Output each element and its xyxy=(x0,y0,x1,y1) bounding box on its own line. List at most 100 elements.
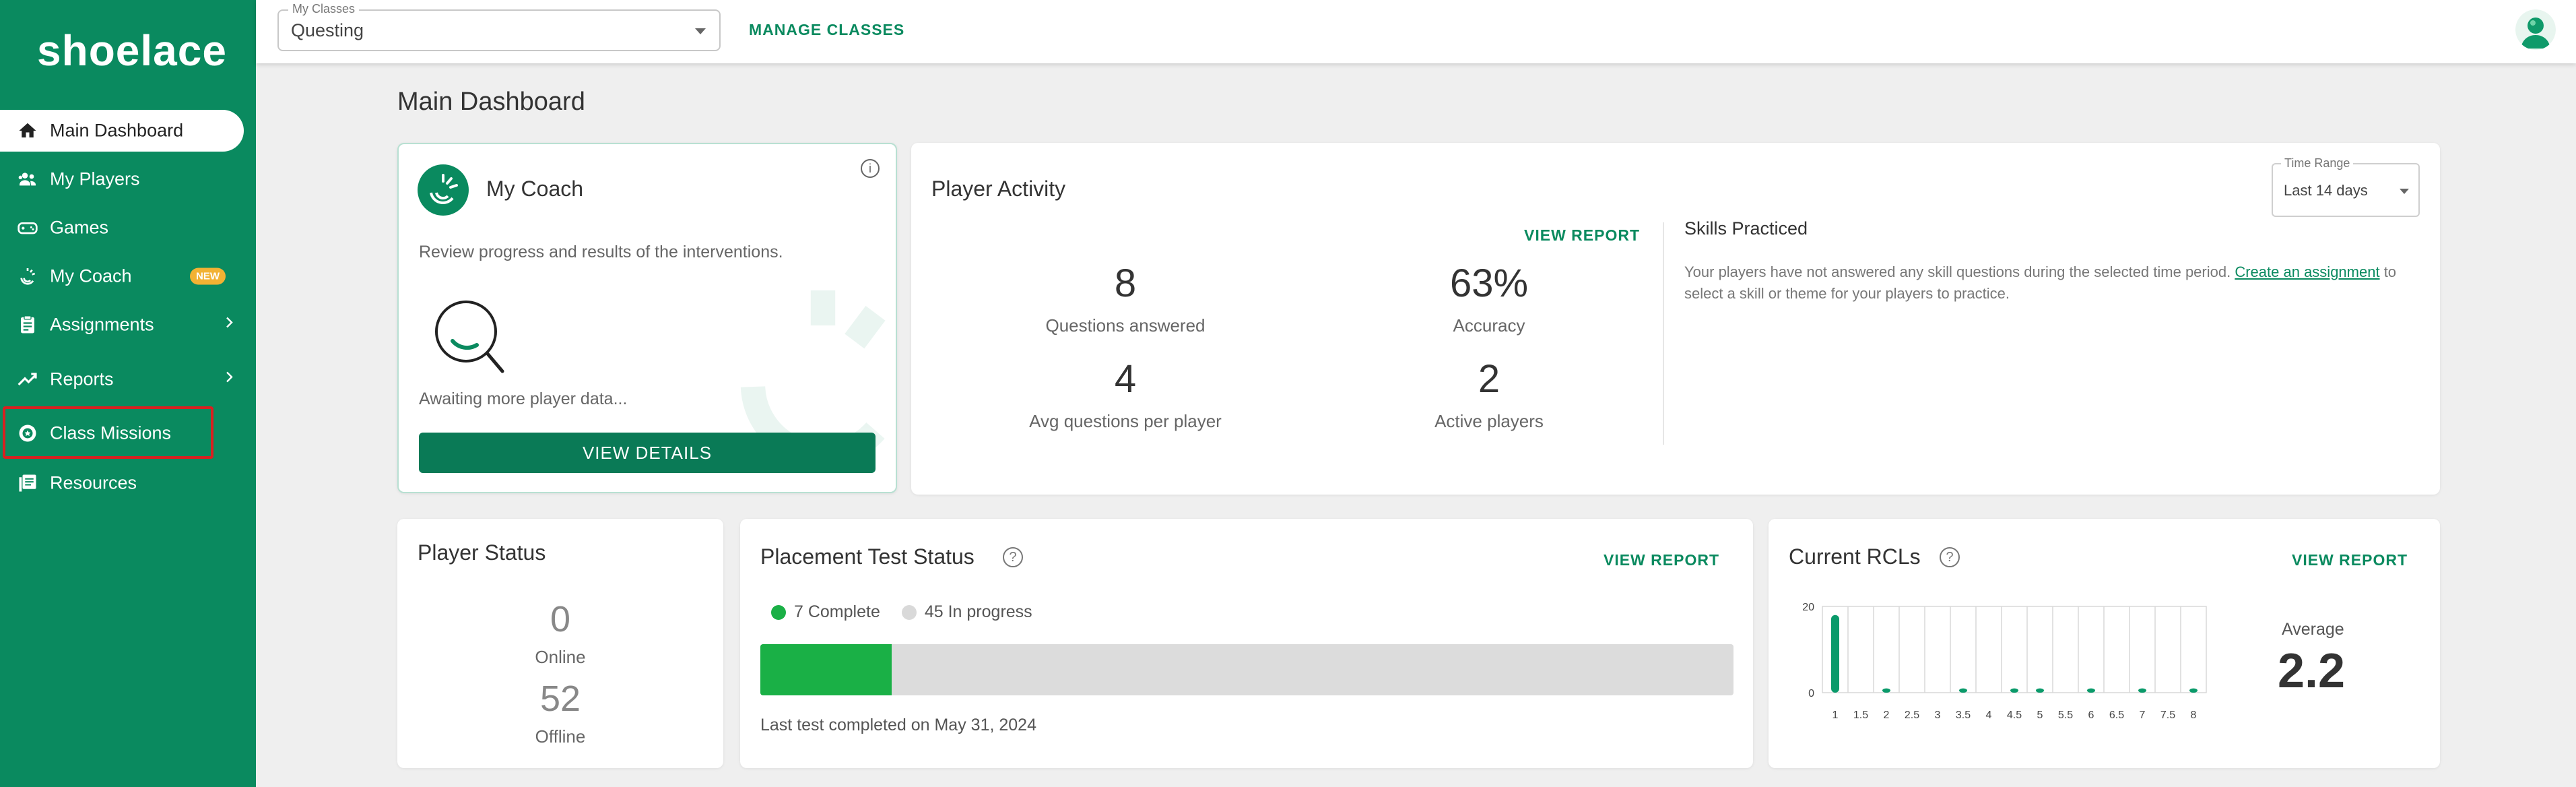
rcl-bar-chart: 0 20 1 1.5 2 2.5 3 3.5 4 4.5 5 5.5 6 6.5 7 7.5 8 xyxy=(1802,602,2207,721)
time-range-legend: Time Range xyxy=(2281,156,2354,170)
caret-down-icon xyxy=(2400,189,2409,194)
chevron-right-icon xyxy=(221,315,237,336)
library-icon xyxy=(16,472,39,495)
sidebar-item-label: Main Dashboard xyxy=(50,120,184,141)
chevron-right-icon xyxy=(221,369,237,390)
shoelace-logo[interactable]: shoelace xyxy=(37,26,226,76)
x-tick-label: 8 xyxy=(2191,710,2197,721)
view-details-button[interactable]: VIEW DETAILS xyxy=(419,433,876,473)
x-tick-label: 4.5 xyxy=(2007,710,2022,721)
sidebar-item-label: Resources xyxy=(50,472,137,493)
class-select-legend: My Classes xyxy=(288,2,360,16)
sidebar-item-my-players[interactable]: My Players xyxy=(0,158,244,200)
sidebar-item-resources[interactable]: Resources xyxy=(0,462,244,504)
rcl-view-report-link[interactable]: VIEW REPORT xyxy=(2292,551,2408,569)
avatar[interactable] xyxy=(2515,9,2556,50)
offline-stat: 52 Offline xyxy=(397,681,723,747)
my-coach-title: My Coach xyxy=(486,177,584,201)
bar xyxy=(2138,688,2146,693)
help-icon[interactable]: ? xyxy=(1003,547,1023,567)
caret-down-icon xyxy=(695,28,706,34)
gamepad-icon xyxy=(16,216,39,239)
stat-value: 2 xyxy=(1478,357,1500,401)
placement-legend: 7 Complete 45 In progress xyxy=(771,602,1032,622)
skills-text-before: Your players have not answered any skill… xyxy=(1684,263,2235,280)
average-value: 2.2 xyxy=(2278,644,2346,698)
x-tick-label: 1.5 xyxy=(1853,710,1868,721)
stat-label: Accuracy xyxy=(1453,315,1525,336)
chart-frame xyxy=(1822,606,2207,693)
x-tick-label: 2.5 xyxy=(1905,710,1919,721)
class-select[interactable]: My Classes Questing xyxy=(277,2,721,51)
bar xyxy=(2087,688,2095,693)
skills-practiced-title: Skills Practiced xyxy=(1684,218,1808,239)
stat-questions-answered: 8 Questions answered xyxy=(991,264,1260,336)
current-rcls-card: Current RCLs ? VIEW REPORT 0 20 1 1.5 2 2.5 3 3… xyxy=(1769,519,2440,768)
sidebar-item-assignments[interactable]: Assignments xyxy=(0,304,244,346)
online-stat: 0 Online xyxy=(397,601,723,668)
x-tick-label: 2 xyxy=(1884,710,1890,721)
x-tick-label: 5.5 xyxy=(2058,710,2073,721)
placement-view-report-link[interactable]: VIEW REPORT xyxy=(1604,551,1719,569)
online-count: 0 xyxy=(550,599,571,639)
help-icon[interactable]: ? xyxy=(1940,547,1960,567)
time-range-value: Last 14 days xyxy=(2284,182,2368,199)
my-coach-card: My Coach i Review progress and results o… xyxy=(397,143,897,493)
x-tick-label: 3.5 xyxy=(1956,710,1971,721)
info-icon[interactable]: i xyxy=(861,159,880,178)
sidebar-item-label: My Players xyxy=(50,168,140,189)
coach-logo-icon xyxy=(418,164,469,216)
bar xyxy=(1831,615,1839,693)
bar xyxy=(2036,688,2044,693)
x-tick-label: 7.5 xyxy=(2160,710,2175,721)
bar xyxy=(1882,688,1890,693)
magnifier-icon xyxy=(432,296,506,381)
stat-label: Questions answered xyxy=(1045,315,1206,336)
activity-view-report-link[interactable]: VIEW REPORT xyxy=(1524,226,1640,245)
offline-label: Offline xyxy=(535,726,586,747)
x-tick-label: 3 xyxy=(1935,710,1941,721)
sidebar-item-label: Class Missions xyxy=(50,422,172,443)
mission-badge-icon xyxy=(16,422,39,445)
in-progress-label: 45 In progress xyxy=(924,602,1032,621)
complete-label: 7 Complete xyxy=(794,602,880,621)
x-tick-label: 6.5 xyxy=(2109,710,2124,721)
stat-accuracy: 63% Accuracy xyxy=(1354,264,1624,336)
sidebar-item-label: My Coach xyxy=(50,265,132,286)
player-activity-title: Player Activity xyxy=(931,177,1066,201)
sidebar-item-my-coach[interactable]: My Coach NEW xyxy=(0,255,244,297)
player-status-card: Player Status 0 Online 52 Offline xyxy=(397,519,723,768)
create-assignment-link[interactable]: Create an assignment xyxy=(2235,263,2379,280)
bar xyxy=(2010,688,2018,693)
offline-count: 52 xyxy=(539,679,581,719)
clipboard-icon xyxy=(16,313,39,336)
sidebar-item-games[interactable]: Games xyxy=(0,207,244,249)
stat-label: Active players xyxy=(1434,411,1544,431)
sidebar-item-label: Assignments xyxy=(50,314,154,335)
x-tick-label: 7 xyxy=(2140,710,2146,721)
y-tick-label: 20 xyxy=(1802,602,1814,613)
manage-classes-link[interactable]: MANAGE CLASSES xyxy=(749,21,904,39)
online-label: Online xyxy=(535,647,586,667)
new-badge: NEW xyxy=(190,267,226,285)
bar xyxy=(1959,688,1967,693)
time-range-select[interactable]: Time Range Last 14 days xyxy=(2272,156,2420,217)
bar xyxy=(2189,688,2198,693)
x-tick-label: 4 xyxy=(1986,710,1992,721)
stat-value: 63% xyxy=(1449,261,1529,305)
stat-value: 8 xyxy=(1114,261,1137,305)
player-status-title: Player Status xyxy=(418,540,546,565)
stat-active-players: 2 Active players xyxy=(1354,360,1624,432)
complete-dot-icon xyxy=(771,604,786,620)
average-label: Average xyxy=(2282,620,2344,639)
sidebar-item-main-dashboard[interactable]: Main Dashboard xyxy=(0,110,244,152)
sidebar-item-reports[interactable]: Reports xyxy=(0,358,244,400)
placement-test-title: Placement Test Status xyxy=(760,544,975,569)
divider xyxy=(1663,222,1664,445)
my-coach-description: Review progress and results of the inter… xyxy=(419,243,783,261)
skills-practiced-text: Your players have not answered any skill… xyxy=(1684,261,2398,305)
class-select-value: Questing xyxy=(291,20,364,40)
sidebar-item-class-missions[interactable]: Class Missions xyxy=(0,412,244,454)
x-tick-label: 6 xyxy=(2088,710,2094,721)
placement-test-card: Placement Test Status ? VIEW REPORT 7 Co… xyxy=(740,519,1753,768)
